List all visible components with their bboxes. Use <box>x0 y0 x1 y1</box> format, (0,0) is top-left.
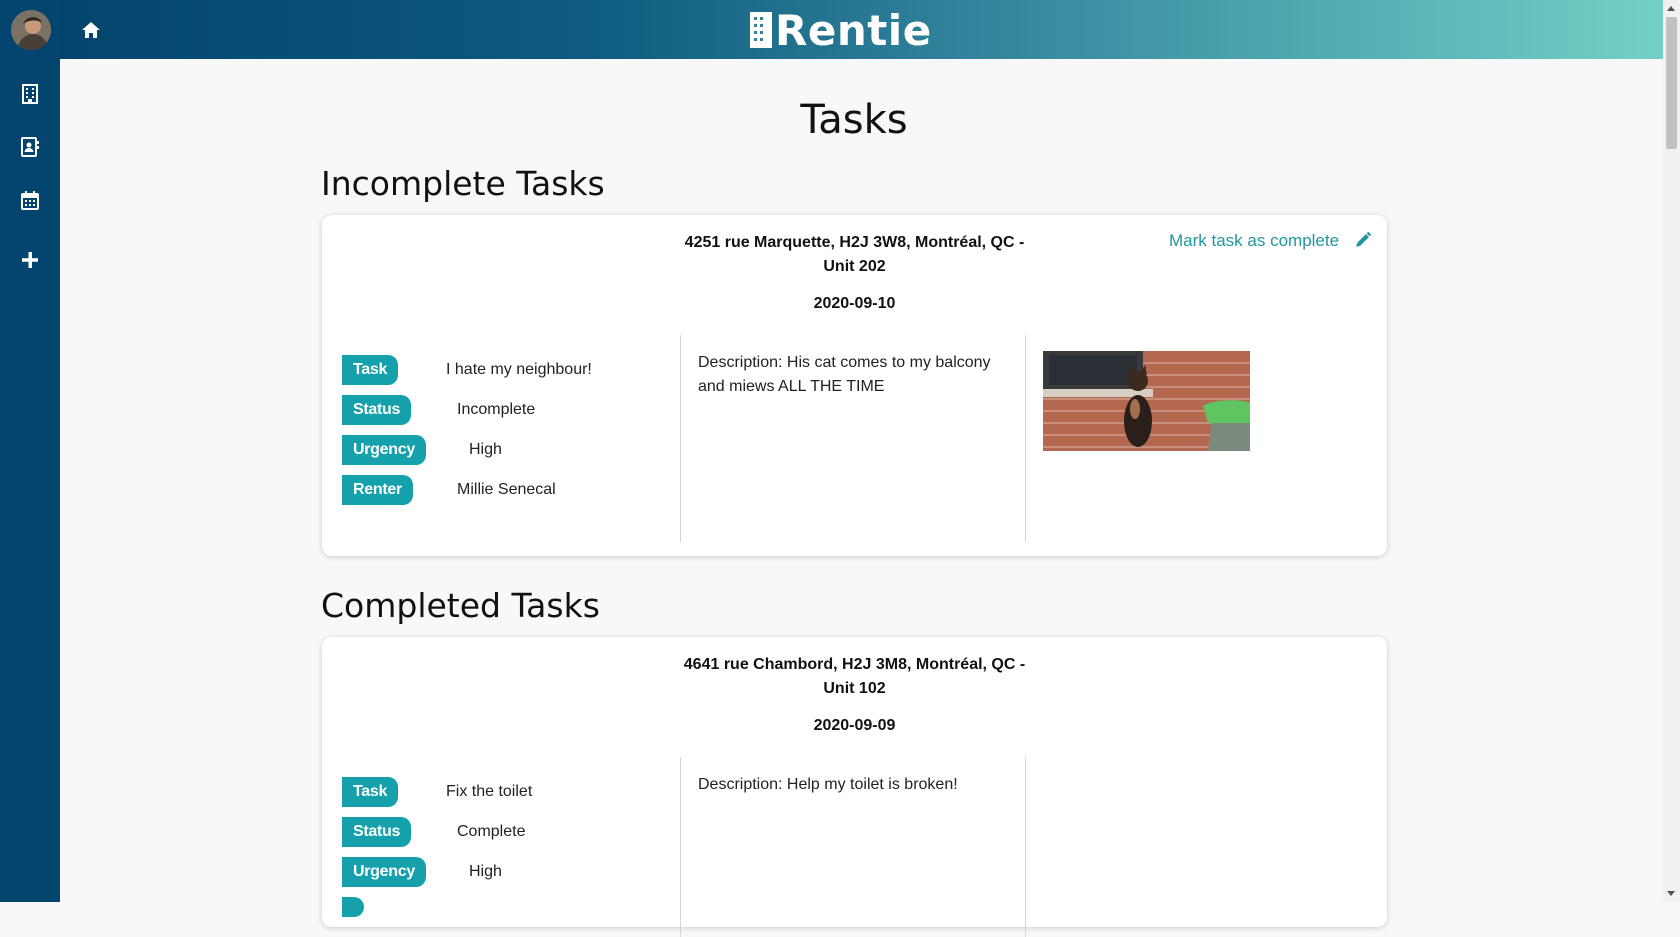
column-divider <box>1025 757 1026 937</box>
brand-logo[interactable]: Rentie <box>750 5 932 55</box>
building-icon[interactable] <box>18 82 42 106</box>
sidebar <box>0 0 60 902</box>
task-card: 4251 rue Marquette, H2J 3W8, Montréal, Q… <box>322 215 1387 556</box>
task-urgency: High <box>469 863 502 880</box>
plus-icon[interactable] <box>18 248 42 272</box>
calendar-icon[interactable] <box>18 189 42 213</box>
task-address: 4641 rue Chambord, H2J 3M8, Montréal, QC… <box>322 653 1387 701</box>
task-description: Description: His cat comes to my balcony… <box>698 351 998 399</box>
avatar[interactable] <box>11 10 51 50</box>
avatar-image <box>11 10 51 50</box>
scroll-up-arrow-icon[interactable] <box>1667 6 1675 11</box>
task-date: 2020-09-09 <box>813 717 896 734</box>
renter-label-badge: Renter <box>342 475 413 505</box>
cat-photo[interactable] <box>1043 351 1250 451</box>
completed-tasks-heading: Completed Tasks <box>321 586 600 625</box>
renter-label-badge <box>342 897 364 917</box>
task-status: Incomplete <box>457 401 536 418</box>
status-label-badge: Status <box>342 817 412 847</box>
column-divider <box>680 757 681 937</box>
home-icon[interactable] <box>79 18 103 42</box>
column-divider <box>1025 335 1026 542</box>
column-divider <box>680 335 681 542</box>
scroll-down-arrow-icon[interactable] <box>1667 891 1675 896</box>
task-name: Fix the toilet <box>446 783 533 800</box>
task-address-unit: Unit 202 <box>823 258 886 275</box>
task-status: Complete <box>457 823 526 840</box>
cat-photo-image <box>1043 351 1250 451</box>
task-urgency: High <box>469 441 502 458</box>
incomplete-tasks-heading: Incomplete Tasks <box>321 164 605 203</box>
urgency-label-badge: Urgency <box>342 435 426 465</box>
building-logo-icon <box>750 12 772 48</box>
task-description-line1: Description: His cat comes to my balcony <box>698 354 991 371</box>
page-title: Tasks <box>800 97 908 143</box>
task-date: 2020-09-10 <box>813 295 896 312</box>
task-address-line1: 4641 rue Chambord, H2J 3M8, Montréal, QC… <box>683 656 1026 673</box>
task-description-line2: and miews ALL THE TIME <box>698 378 885 395</box>
task-label-badge: Task <box>342 777 399 807</box>
task-name: I hate my neighbour! <box>446 361 592 378</box>
mark-complete-link[interactable]: Mark task as complete <box>1169 231 1339 251</box>
task-card: 4641 rue Chambord, H2J 3M8, Montréal, QC… <box>322 637 1387 937</box>
pencil-icon[interactable] <box>1354 231 1372 249</box>
task-address-unit: Unit 102 <box>823 680 886 697</box>
task-label-badge: Task <box>342 355 399 385</box>
contacts-icon[interactable] <box>18 135 42 159</box>
task-renter: Millie Senecal <box>457 481 556 498</box>
status-label-badge: Status <box>342 395 412 425</box>
top-bar: Rentie <box>0 0 1663 59</box>
brand-name: Rentie <box>775 5 932 55</box>
task-description: Description: Help my toilet is broken! <box>698 776 958 793</box>
scroll-thumb[interactable] <box>1666 17 1677 149</box>
page-scrollbar[interactable] <box>1663 0 1680 902</box>
urgency-label-badge: Urgency <box>342 857 426 887</box>
